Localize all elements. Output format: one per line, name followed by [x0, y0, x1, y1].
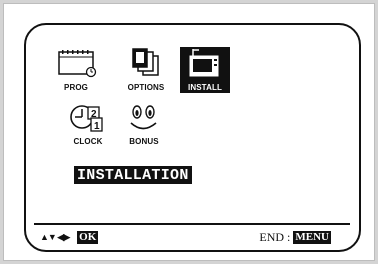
menu-item-label: BONUS [129, 137, 159, 146]
menu-item-label: CLOCK [73, 137, 103, 146]
osd-screen: PROG OPTIONS INSTALL 2 1 CLOCK BONUS INS… [24, 23, 361, 252]
menu-item-install[interactable]: INSTALL [180, 47, 230, 93]
end-label: END : [259, 230, 291, 244]
end-hint: END : MENU [259, 230, 331, 244]
svg-text:1: 1 [94, 121, 100, 132]
footer-divider [34, 223, 350, 225]
ok-key-label: OK [77, 230, 99, 244]
nav-hint: ▲▼ ◀▶ OK [40, 230, 99, 244]
nav-arrows-icon: ▲▼ ◀▶ [40, 232, 70, 242]
tv-antenna-icon [189, 49, 219, 77]
menu-item-label: OPTIONS [127, 83, 165, 92]
menu-key-label: MENU [293, 230, 331, 244]
menu-item-prog[interactable]: PROG [50, 47, 102, 93]
menu-item-label: INSTALL [188, 83, 222, 92]
menu-item-bonus[interactable]: BONUS [118, 101, 170, 147]
clock-calendar-icon: 2 1 [70, 105, 103, 132]
menu-title: INSTALLATION [74, 166, 192, 184]
stacked-pages-icon [132, 48, 159, 76]
menu-item-clock[interactable]: 2 1 CLOCK [62, 101, 114, 147]
calendar-clock-icon [58, 50, 97, 78]
menu-item-options[interactable]: OPTIONS [120, 47, 172, 93]
menu-item-label: PROG [64, 83, 88, 92]
smiley-face-icon [130, 105, 157, 130]
